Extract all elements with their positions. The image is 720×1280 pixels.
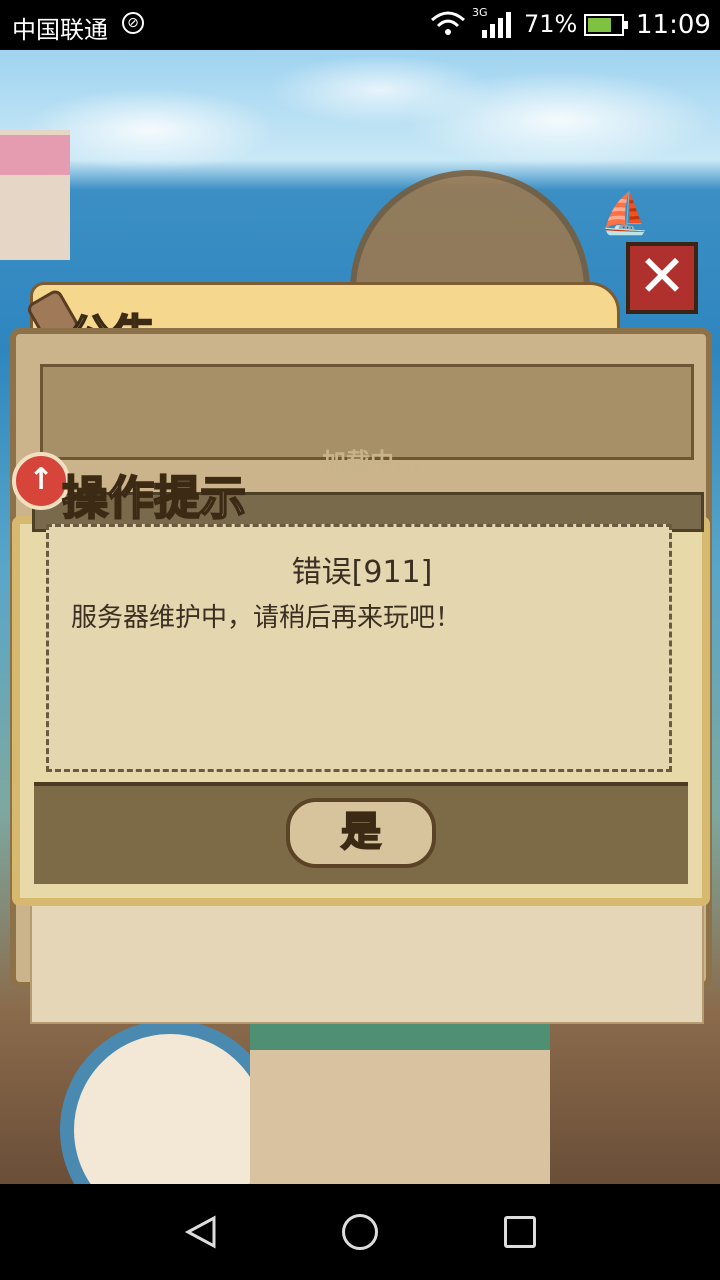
- confirm-button[interactable]: 是: [286, 798, 436, 868]
- background-roof: [0, 135, 70, 175]
- no-sim-icon: ⊘: [122, 12, 144, 34]
- carrier-name: 中国联通: [12, 16, 108, 44]
- error-title: 错误[911]: [291, 555, 433, 590]
- battery-percent: 71%: [524, 10, 578, 38]
- dialog-title: 操作提示: [61, 470, 247, 526]
- signal-icon: [482, 12, 511, 38]
- recent-apps-icon[interactable]: [504, 1216, 536, 1248]
- background-waterwheel: [60, 1020, 280, 1184]
- background-house: [250, 1010, 550, 1184]
- home-icon[interactable]: [342, 1214, 378, 1250]
- operation-dialog: ↑ 操作提示 错误[911] 服务器维护中，请稍后再来玩吧！ 是: [12, 442, 710, 908]
- wifi-icon: [431, 11, 465, 35]
- navigation-bar: [0, 1184, 720, 1280]
- background-ships: ⛵: [600, 191, 650, 237]
- error-message: 服务器维护中，请稍后再来玩吧！: [71, 603, 462, 633]
- back-icon[interactable]: [184, 1214, 220, 1250]
- dialog-message-paper: 错误[911] 服务器维护中，请稍后再来玩吧！: [46, 524, 672, 772]
- game-screen: ⛵ 公告 ✕ 加载中... ↑ 操作提示 错误[911] 服务器维护中，请稍后再…: [0, 50, 720, 1184]
- announcement-footer: [30, 904, 704, 1024]
- status-bar: 中国联通 ⊘ 3G 71% 11:09: [0, 0, 720, 50]
- clock: 11:09: [636, 10, 711, 40]
- battery-level: [588, 18, 611, 32]
- battery-icon: [584, 14, 628, 36]
- close-icon[interactable]: ✕: [626, 242, 698, 314]
